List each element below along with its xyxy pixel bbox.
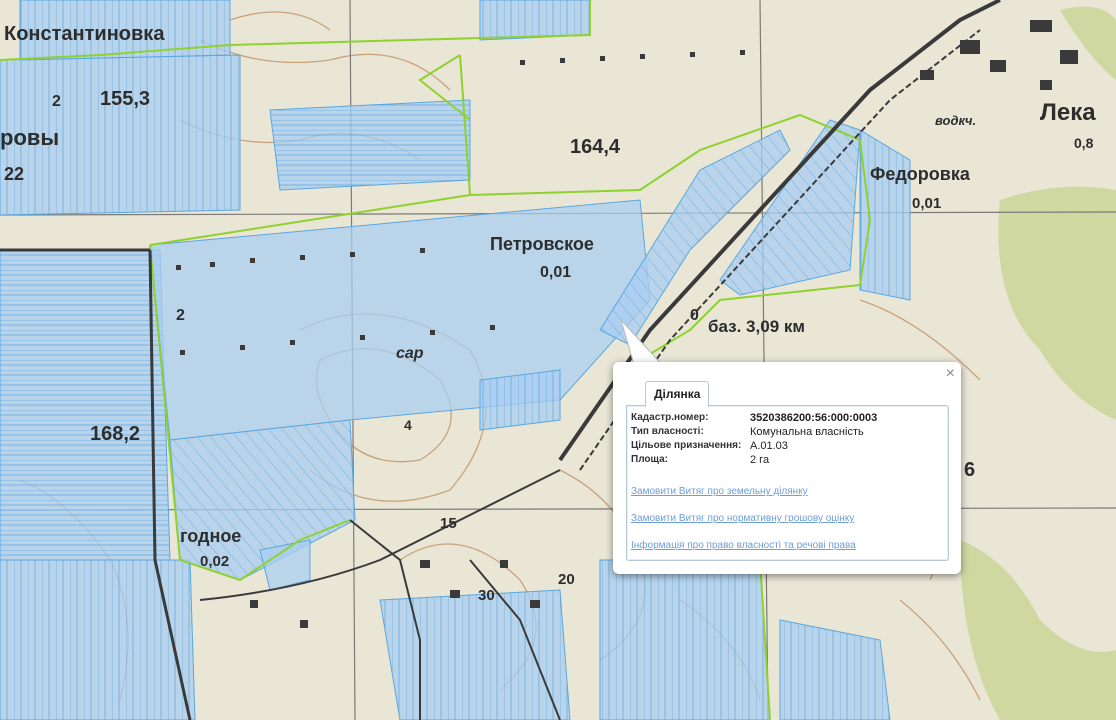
label-elev-155: 155,3 bbox=[100, 88, 150, 110]
field-value: 3520386200:56:000:0003 bbox=[750, 412, 878, 424]
label-fedorovka: Федоровка bbox=[870, 164, 971, 184]
field-value: А.01.03 bbox=[750, 440, 788, 452]
label-petrovskoe: Петровское bbox=[490, 234, 594, 254]
field-value: 2 га bbox=[750, 454, 770, 466]
label-petrovskoe-num: 0,01 bbox=[540, 264, 571, 281]
close-icon[interactable]: × bbox=[946, 366, 955, 382]
label-baz: баз. 3,09 км bbox=[708, 317, 805, 336]
link-ownership-info[interactable]: Інформація про право власності та речові… bbox=[631, 540, 856, 551]
field-label: Тип власності: bbox=[631, 426, 704, 437]
label-num-20: 20 bbox=[558, 571, 575, 588]
label-num-6: 6 bbox=[964, 459, 975, 481]
label-num-15: 15 bbox=[440, 515, 457, 532]
parcel-info-popup: × Ділянка Кадастр.номер: 3520386200:56:0… bbox=[613, 362, 961, 574]
label-leka-num: 0,8 bbox=[1074, 135, 1094, 151]
label-godnoe: годное bbox=[180, 526, 241, 546]
link-extract-land[interactable]: Замовити Витяг про земельну ділянку bbox=[631, 486, 808, 497]
field-purpose: Цільове призначення: А.01.03 bbox=[631, 439, 877, 453]
topographic-map[interactable]: Константиновка 155,3 ровы 22 164,4 Петро… bbox=[0, 0, 1116, 720]
field-area: Площа: 2 га bbox=[631, 453, 877, 467]
label-rovy-num: 22 bbox=[4, 164, 24, 184]
label-num-0: 0 bbox=[690, 307, 699, 324]
label-elev-168: 168,2 bbox=[90, 423, 140, 445]
field-label: Кадастр.номер: bbox=[631, 412, 709, 423]
link-extract-valuation[interactable]: Замовити Витяг про нормативну грошову оц… bbox=[631, 513, 854, 524]
field-cadastral-number: Кадастр.номер: 3520386200:56:000:0003 bbox=[631, 411, 877, 425]
field-label: Площа: bbox=[631, 454, 668, 465]
field-ownership-type: Тип власності: Комунальна власність bbox=[631, 425, 877, 439]
label-leka: Лека bbox=[1040, 99, 1096, 126]
tab-panel: Кадастр.номер: 3520386200:56:000:0003 Ти… bbox=[626, 405, 949, 561]
label-num-2a: 2 bbox=[52, 93, 61, 110]
label-fedorovka-num: 0,01 bbox=[912, 195, 941, 212]
label-num-30: 30 bbox=[478, 587, 495, 604]
label-godnoe-num: 0,02 bbox=[200, 553, 229, 570]
label-vodokach: водкч. bbox=[935, 113, 976, 128]
field-label: Цільове призначення: bbox=[631, 440, 742, 451]
label-sar: сар bbox=[396, 345, 424, 362]
label-num-4: 4 bbox=[404, 417, 412, 433]
field-value: Комунальна власність bbox=[750, 426, 864, 438]
tab-parcel[interactable]: Ділянка bbox=[645, 381, 710, 407]
label-rovy: ровы bbox=[0, 125, 59, 150]
label-num-2b: 2 bbox=[176, 307, 185, 324]
label-elev-164: 164,4 bbox=[570, 136, 621, 158]
label-konstantinovka: Константиновка bbox=[4, 23, 165, 45]
parcel-fields: Кадастр.номер: 3520386200:56:000:0003 Ти… bbox=[631, 411, 877, 467]
